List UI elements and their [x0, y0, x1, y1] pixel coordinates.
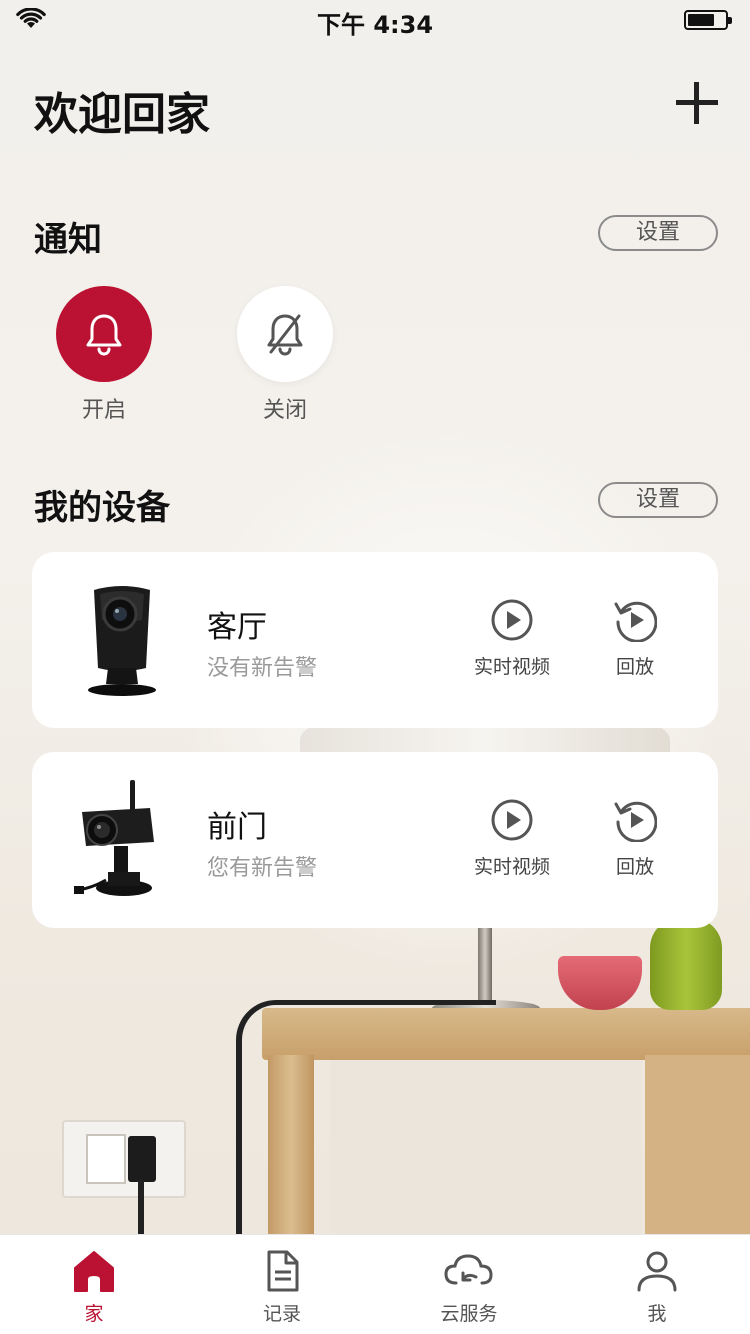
plug-cord	[138, 1180, 144, 1240]
add-device-button[interactable]	[674, 80, 720, 126]
notify-off-circle	[237, 286, 333, 382]
replay-button[interactable]: 回放	[580, 798, 690, 879]
outdoor-camera-image	[72, 780, 172, 900]
plug	[128, 1136, 156, 1182]
replay-label: 回放	[615, 856, 654, 878]
tab-home-label: 家	[84, 1303, 104, 1325]
live-video-button[interactable]: 实时视频	[457, 798, 567, 879]
device-alert-status: 没有新告警	[207, 656, 318, 681]
device-card-front-door[interactable]: 前门 您有新告警 实时视频 回放	[32, 752, 718, 928]
devices-title: 我的设备	[34, 488, 170, 528]
replay-label: 回放	[615, 656, 654, 678]
page-title: 欢迎回家	[34, 89, 210, 140]
tab-home[interactable]: 家	[44, 1249, 144, 1326]
tab-records-label: 记录	[262, 1303, 301, 1325]
notifications-title: 通知	[34, 220, 102, 260]
cloud-icon	[444, 1254, 493, 1285]
notifications-settings-button[interactable]: 设置	[598, 215, 718, 251]
device-card-living-room[interactable]: 客厅 没有新告警 实时视频 回放	[32, 552, 718, 728]
notify-on-label: 开启	[81, 398, 126, 423]
battery-icon	[684, 10, 732, 30]
home-icon	[74, 1251, 114, 1292]
status-bar: 下午 4:34	[0, 0, 750, 40]
notifications-off-toggle[interactable]: 关闭	[235, 286, 335, 424]
tab-me-label: 我	[647, 1303, 667, 1325]
replay-icon	[614, 801, 658, 843]
document-icon	[267, 1250, 299, 1292]
pink-bowl	[558, 956, 642, 1010]
bell-off-icon	[267, 314, 303, 356]
replay-button[interactable]: 回放	[580, 598, 690, 679]
tab-cloud-label: 云服务	[440, 1303, 498, 1325]
play-circle-icon	[491, 599, 533, 641]
notify-off-label: 关闭	[262, 398, 307, 423]
tab-me[interactable]: 我	[607, 1249, 707, 1326]
device-name: 客厅	[207, 610, 267, 645]
tab-records[interactable]: 记录	[232, 1249, 332, 1326]
play-circle-icon	[491, 799, 533, 841]
outlet-face	[86, 1134, 126, 1184]
replay-icon	[614, 601, 658, 643]
live-video-button[interactable]: 实时视频	[457, 598, 567, 679]
wall-outlet	[62, 1120, 186, 1198]
devices-settings-button[interactable]: 设置	[598, 482, 718, 518]
notifications-on-toggle[interactable]: 开启	[54, 286, 154, 424]
device-name: 前门	[207, 810, 267, 845]
plus-icon	[676, 82, 718, 124]
indoor-camera-image	[72, 580, 172, 700]
bell-icon	[86, 314, 122, 356]
notify-on-circle	[56, 286, 152, 382]
table-side	[645, 1055, 750, 1245]
lamp-stem	[478, 925, 492, 1010]
live-video-label: 实时视频	[473, 856, 550, 878]
status-time: 下午 4:34	[316, 11, 434, 39]
device-alert-status: 您有新告警	[207, 856, 318, 881]
green-vase	[650, 918, 722, 1010]
tab-cloud[interactable]: 云服务	[419, 1249, 519, 1326]
live-video-label: 实时视频	[473, 656, 550, 678]
user-icon	[637, 1251, 677, 1292]
tab-bar: 家 记录 云服务 我	[0, 1234, 750, 1334]
power-cable	[236, 1000, 496, 1260]
